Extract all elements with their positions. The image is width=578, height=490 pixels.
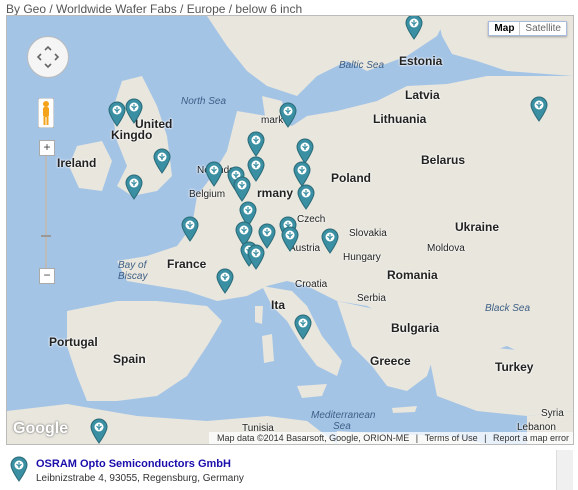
label-france: France [167,257,207,271]
zoom-in-button[interactable]: + [39,140,55,156]
map-type-toggle: Map Satellite [488,21,567,36]
wafer-fab-marker[interactable] [247,131,265,157]
label-belgium: Belgium [189,189,226,200]
label-spain: Spain [113,352,146,366]
google-logo: Google [13,420,69,437]
label-romania: Romania [387,268,438,282]
label-ukraine: Ukraine [455,220,500,234]
wafer-fab-marker[interactable] [153,148,171,174]
result-list-item[interactable]: OSRAM Opto Semiconductors GmbH Leibnizst… [6,452,546,488]
label-portugal: Portugal [49,335,98,349]
zoom-out-button[interactable]: − [39,268,55,284]
label-mediterranean-2: Sea [333,421,351,432]
breadcrumb: By Geo / Worldwide Wafer Fabs / Europe /… [6,2,303,16]
label-turkey: Turkey [495,360,534,374]
label-lithuania: Lithuania [373,112,427,126]
map-attribution: Map data ©2014 Basarsoft, Google, ORION-… [208,432,573,444]
pan-arrows-icon [36,45,60,69]
pan-control[interactable] [27,36,69,78]
wafer-fab-marker[interactable] [297,184,315,210]
wafer-fab-marker[interactable] [294,314,312,340]
label-estonia: Estonia [399,54,443,68]
label-slovakia: Slovakia [349,228,387,239]
label-mediterranean-1: Mediterranean [311,410,376,421]
label-czech: Czech [297,214,326,225]
label-hungary: Hungary [343,252,381,263]
location-pin-icon [10,456,28,482]
wafer-fab-marker[interactable] [281,226,299,252]
scrollbar[interactable] [556,450,573,490]
terms-of-use-link[interactable]: Terms of Use [425,433,478,443]
result-address: Leibnizstrabe 4, 93055, Regensburg, Germ… [36,473,244,484]
zoom-slider-track[interactable] [45,156,47,271]
report-map-error-link[interactable]: Report a map error [493,433,569,443]
label-bay-of-biscay-2: Biscay [118,271,148,282]
label-ireland: Ireland [57,156,97,170]
zoom-slider-handle[interactable] [41,235,51,237]
label-germany: rmany [257,186,294,200]
label-greece: Greece [370,354,411,368]
label-baltic-sea: Baltic Sea [339,60,385,71]
attribution-data: Map data ©2014 Basarsoft, Google, ORION-… [216,433,410,443]
street-view-pegman-icon[interactable] [38,98,54,128]
label-bulgaria: Bulgaria [391,321,440,335]
label-bay-of-biscay-1: Bay of [118,260,147,271]
wafer-fab-marker[interactable] [108,101,126,127]
label-north-sea: North Sea [181,96,227,107]
label-latvia: Latvia [405,88,440,102]
label-moldova: Moldova [427,243,465,254]
wafer-fab-marker[interactable] [247,244,265,270]
wafer-fab-marker[interactable] [321,228,339,254]
label-belarus: Belarus [421,153,466,167]
wafer-fab-marker[interactable] [405,15,423,40]
wafer-fab-marker[interactable] [181,216,199,242]
result-name-link[interactable]: OSRAM Opto Semiconductors GmbH [36,458,231,470]
label-syria: Syria [541,408,564,419]
wafer-fab-marker[interactable] [125,98,143,124]
label-italy: Ita [271,298,286,312]
wafer-fab-marker[interactable] [530,96,548,122]
wafer-fab-marker[interactable] [216,268,234,294]
map-view[interactable]: Estonia Latvia Lithuania United Kingdo I… [6,15,574,445]
wafer-fab-marker[interactable] [125,174,143,200]
wafer-fab-marker[interactable] [233,176,251,202]
label-serbia: Serbia [357,293,386,304]
map-type-satellite-button[interactable]: Satellite [519,22,566,35]
map-type-map-button[interactable]: Map [489,22,519,35]
wafer-fab-marker[interactable] [279,102,297,128]
wafer-fab-marker[interactable] [205,161,223,187]
label-croatia: Croatia [295,279,328,290]
label-united-kingdom-2: Kingdo [111,128,153,142]
label-poland: Poland [331,171,372,185]
label-black-sea: Black Sea [485,303,531,314]
wafer-fab-marker[interactable] [90,418,108,444]
